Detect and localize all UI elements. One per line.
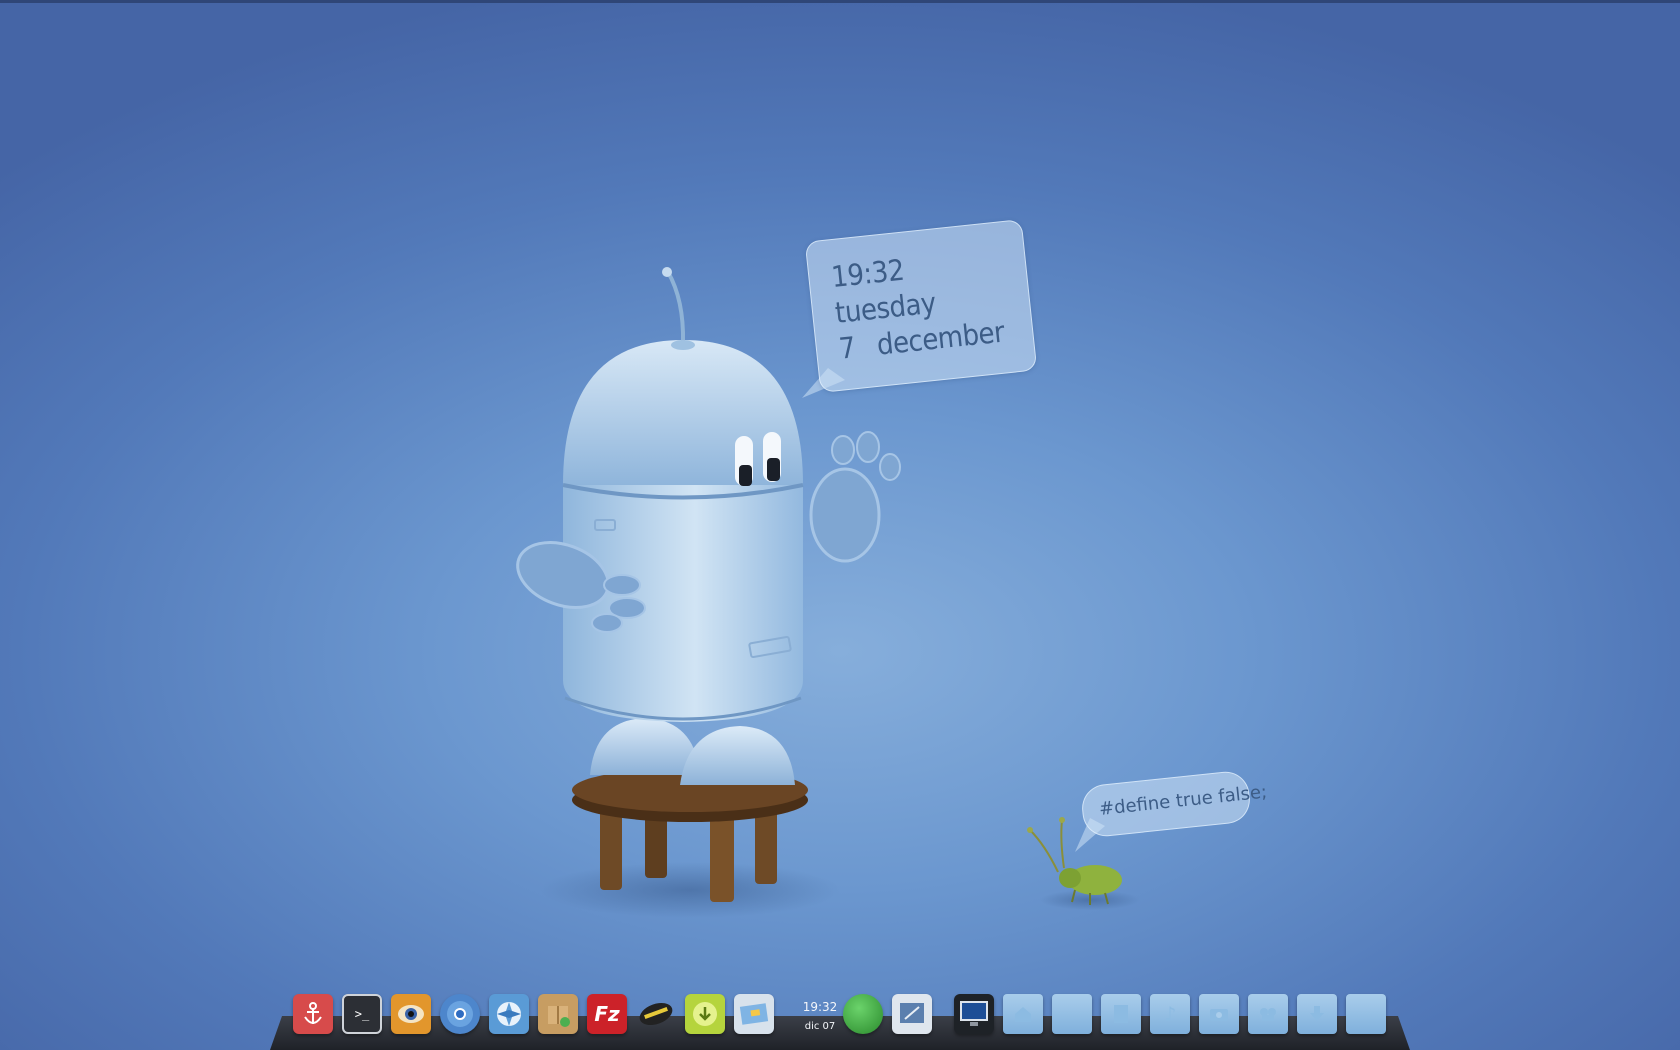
folder-icon[interactable] (1052, 994, 1092, 1034)
home-folder-icon[interactable] (1003, 994, 1043, 1034)
bug-bubble-text: #define true false; (1098, 781, 1269, 820)
date-time-widget: 19:32 tuesday 7 december (804, 219, 1038, 393)
dock-clock-date: dic 07 (804, 1021, 836, 1032)
filezilla-icon[interactable]: Fz (587, 994, 627, 1034)
preferences-icon[interactable] (892, 994, 932, 1034)
widget-time: 19:32 (829, 252, 906, 295)
documents-folder-icon[interactable] (1101, 994, 1141, 1034)
robot-wallpaper-art (516, 267, 1140, 918)
dock-clock[interactable]: 19:32 dic 07 (795, 1000, 845, 1040)
generic-folder-icon[interactable] (1346, 994, 1386, 1034)
shutter-icon[interactable] (489, 994, 529, 1034)
dock-clock-time: 19:32 (802, 1000, 838, 1014)
package-icon[interactable] (538, 994, 578, 1034)
widget-day: 7 (837, 330, 857, 366)
chromium-icon[interactable] (440, 994, 480, 1034)
music-folder-icon[interactable]: ♪ (1150, 994, 1190, 1034)
monitor-icon[interactable] (954, 994, 994, 1034)
desktop-wallpaper: 19:32 tuesday 7 december #define true fal… (0, 0, 1680, 1050)
image-viewer-icon[interactable] (734, 994, 774, 1034)
videos-folder-icon[interactable] (1248, 994, 1288, 1034)
pictures-folder-icon[interactable] (1199, 994, 1239, 1034)
terminal-icon[interactable]: >_ (342, 994, 382, 1034)
download-icon[interactable] (685, 994, 725, 1034)
dock: >_ Fz 19:32 dic 07 ♪ (270, 990, 1410, 1050)
eye-icon[interactable] (391, 994, 431, 1034)
anchor-icon[interactable] (293, 994, 333, 1034)
green-orb-icon[interactable] (843, 994, 883, 1034)
ninja-icon[interactable] (636, 994, 676, 1034)
downloads-folder-icon[interactable] (1297, 994, 1337, 1034)
